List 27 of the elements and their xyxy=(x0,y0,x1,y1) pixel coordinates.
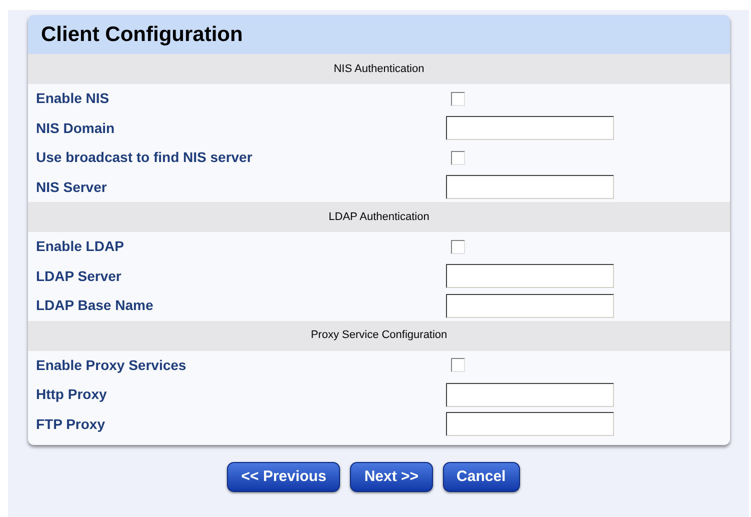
nav-button[interactable]: Next >> xyxy=(350,462,433,492)
checkbox[interactable] xyxy=(451,150,465,165)
section-heading: Proxy Service Configuration xyxy=(310,328,448,344)
field-label: Use broadcast to find NIS server xyxy=(35,148,254,168)
field-label: LDAP Server xyxy=(35,266,122,286)
nav-button[interactable]: << Previous xyxy=(227,462,340,492)
section-heading: NIS Authentication xyxy=(334,62,424,77)
input-field[interactable] xyxy=(446,264,614,288)
field-label: FTP Proxy xyxy=(35,414,106,434)
field-label: Enable NIS xyxy=(35,89,110,108)
panel-title: Client Configuration xyxy=(41,22,243,48)
field-label: Enable Proxy Services xyxy=(35,356,188,375)
input-field[interactable] xyxy=(446,382,614,407)
input-field[interactable] xyxy=(446,116,614,140)
field-label: Http Proxy xyxy=(35,385,108,404)
checkbox[interactable] xyxy=(451,358,465,372)
checkbox[interactable] xyxy=(451,240,465,254)
input-field[interactable] xyxy=(446,175,614,200)
field-label: Enable LDAP xyxy=(35,237,125,256)
checkbox[interactable] xyxy=(451,92,465,106)
input-field[interactable] xyxy=(446,294,614,318)
input-field[interactable] xyxy=(446,412,614,436)
nav-button[interactable]: Cancel xyxy=(442,462,520,492)
field-label: NIS Server xyxy=(35,178,108,197)
field-label: NIS Domain xyxy=(35,118,116,138)
section-heading: LDAP Authentication xyxy=(328,210,430,225)
field-label: LDAP Base Name xyxy=(35,296,154,316)
